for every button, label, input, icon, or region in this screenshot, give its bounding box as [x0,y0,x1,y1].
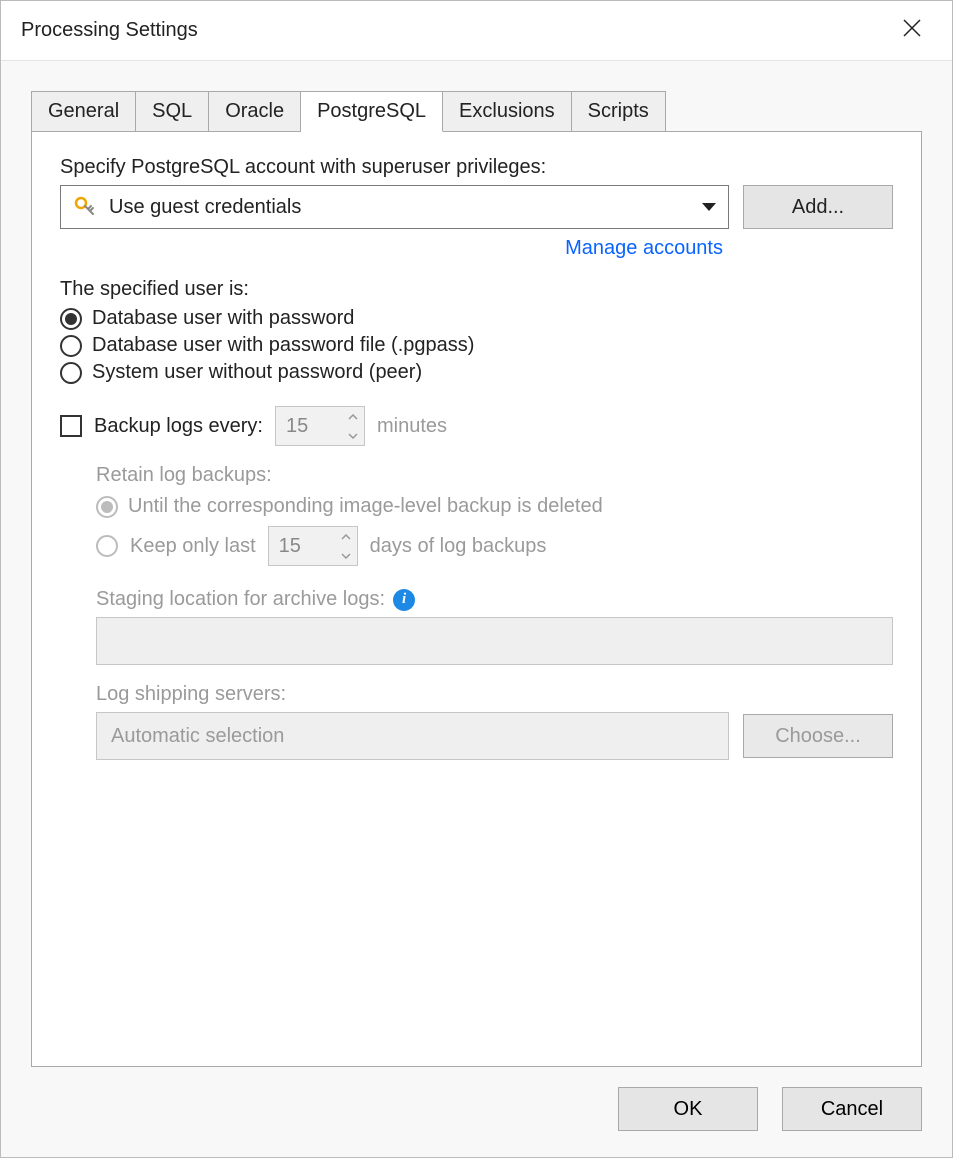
spinner-up-icon [335,527,357,546]
user-type-label: The specified user is: [60,278,893,301]
account-select[interactable]: Use guest credentials [60,185,729,229]
radio-system-user-peer-label: System user without password (peer) [92,361,422,384]
chevron-down-icon [702,203,716,211]
backup-logs-checkbox[interactable] [60,415,82,437]
cancel-button[interactable]: Cancel [782,1087,922,1131]
radio-system-user-peer[interactable] [60,362,82,384]
radio-retain-until-deleted [96,496,118,518]
radio-db-user-pgpass[interactable] [60,335,82,357]
tab-exclusions[interactable]: Exclusions [443,91,572,132]
ok-button[interactable]: OK [618,1087,758,1131]
radio-db-user-pgpass-label: Database user with password file (.pgpas… [92,334,474,357]
processing-settings-dialog: Processing Settings General SQL Oracle P… [0,0,953,1158]
dialog-footer: OK Cancel [1,1067,952,1157]
keep-only-last-value: 15 [269,527,335,565]
radio-db-user-password-label: Database user with password [92,307,354,330]
manage-accounts-link[interactable]: Manage accounts [565,237,723,259]
backup-logs-label: Backup logs every: [94,415,263,438]
tab-sql[interactable]: SQL [136,91,209,132]
tab-strip: General SQL Oracle PostgreSQL Exclusions… [31,91,922,131]
add-account-button[interactable]: Add... [743,185,893,229]
tab-oracle[interactable]: Oracle [209,91,301,132]
account-label: Specify PostgreSQL account with superuse… [60,156,893,179]
dialog-body: General SQL Oracle PostgreSQL Exclusions… [1,61,952,1067]
tab-postgresql[interactable]: PostgreSQL [301,91,443,132]
spinner-down-icon [342,426,364,445]
backup-logs-interval-spinner: 15 [275,406,365,446]
tab-scripts[interactable]: Scripts [572,91,666,132]
log-shipping-value: Automatic selection [111,725,284,748]
radio-retain-until-deleted-label: Until the corresponding image-level back… [128,495,603,518]
close-icon[interactable] [892,18,932,44]
spinner-up-icon [342,407,364,426]
staging-location-input [96,617,893,665]
radio-db-user-password[interactable] [60,308,82,330]
backup-logs-unit: minutes [377,415,447,438]
choose-button: Choose... [743,714,893,758]
keep-only-last-suffix: days of log backups [370,535,547,558]
keep-only-last-spinner: 15 [268,526,358,566]
retain-label: Retain log backups: [96,464,893,487]
backup-logs-interval-value: 15 [276,407,342,445]
radio-keep-only-last [96,535,118,557]
tab-general[interactable]: General [31,91,136,132]
staging-location-label: Staging location for archive logs: [96,588,385,611]
info-icon[interactable]: i [393,589,415,611]
keep-only-last-prefix: Keep only last [130,535,256,558]
tab-panel-postgresql: Specify PostgreSQL account with superuse… [31,131,922,1067]
dialog-title: Processing Settings [21,19,892,42]
log-shipping-input: Automatic selection [96,712,729,760]
log-shipping-label: Log shipping servers: [96,683,893,706]
account-selected-text: Use guest credentials [109,196,702,219]
key-icon [73,194,99,220]
spinner-down-icon [335,546,357,565]
titlebar: Processing Settings [1,1,952,61]
